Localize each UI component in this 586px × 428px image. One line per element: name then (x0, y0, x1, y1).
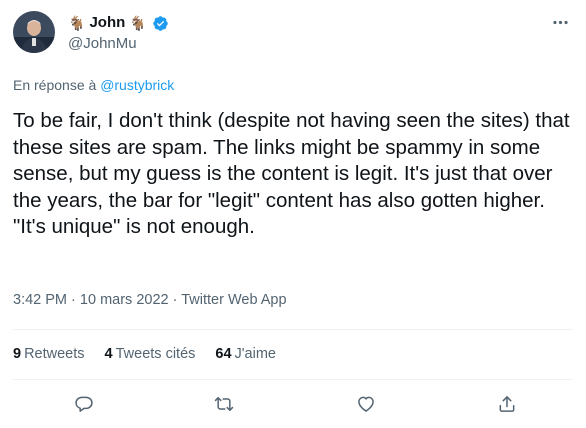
reply-icon[interactable] (70, 390, 98, 418)
retweets-count: 9 (13, 346, 22, 362)
tweet-metadata: 3:42 PM · 10 mars 2022 · Twitter Web App (13, 290, 287, 310)
author-handle[interactable]: @JohnMu (68, 34, 137, 54)
goat-emoji-left: 🐐 (68, 15, 86, 31)
likes-stat[interactable]: 64 J'aime (215, 344, 276, 364)
retweet-icon[interactable] (210, 390, 238, 418)
author-display-name[interactable]: John (89, 13, 125, 33)
reply-prefix: En réponse à (13, 77, 97, 93)
quotes-count: 4 (104, 346, 113, 362)
reply-mention-link[interactable]: @rustybrick (100, 77, 174, 93)
quotes-stat[interactable]: 4 Tweets cités (105, 344, 196, 364)
reply-context: En réponse à @rustybrick (13, 76, 174, 94)
divider (13, 329, 573, 330)
quotes-label: Tweets cités (115, 346, 196, 362)
likes-label: J'aime (234, 346, 276, 362)
goat-emoji-right: 🐐 (129, 15, 147, 31)
tweet: 🐐 John 🐐 @JohnMu En réponse à @rustybric… (0, 0, 586, 428)
avatar[interactable] (13, 11, 55, 53)
tweet-actions (13, 390, 573, 418)
tweet-stats: 9 Retweets 4 Tweets cités 64 J'aime (13, 344, 276, 364)
meta-separator: · (172, 292, 178, 308)
tweet-date[interactable]: 10 mars 2022 (80, 292, 169, 308)
meta-separator: · (71, 292, 76, 308)
more-horizontal-icon[interactable] (550, 12, 570, 32)
share-icon[interactable] (493, 390, 521, 418)
divider (13, 379, 573, 380)
avatar-image (13, 11, 55, 53)
tweet-time[interactable]: 3:42 PM (13, 292, 67, 308)
heart-icon[interactable] (352, 390, 380, 418)
tweet-source[interactable]: Twitter Web App (181, 292, 286, 308)
tweet-text: To be fair, I don't think (despite not h… (13, 109, 570, 239)
verified-badge-icon (152, 15, 169, 32)
retweets-label: Retweets (24, 346, 85, 362)
likes-count: 64 (215, 346, 232, 362)
author-name-row[interactable]: 🐐 John 🐐 (68, 13, 169, 33)
retweets-stat[interactable]: 9 Retweets (13, 344, 85, 364)
